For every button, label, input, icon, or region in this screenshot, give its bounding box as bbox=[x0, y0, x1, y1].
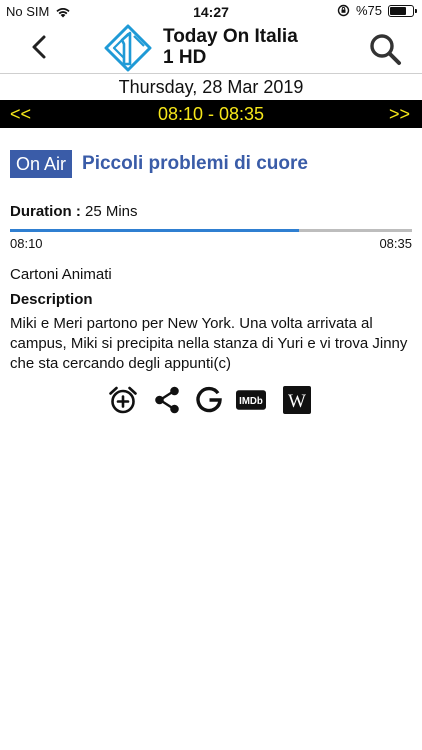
duration-row: Duration : 25 Mins bbox=[10, 203, 138, 220]
action-icons: IMDb W bbox=[108, 385, 314, 415]
previous-slot-button[interactable]: << bbox=[10, 100, 31, 128]
wikipedia-icon[interactable]: W bbox=[282, 385, 312, 415]
duration-label: Duration : bbox=[10, 203, 81, 220]
status-right: %75 bbox=[337, 3, 417, 18]
program-title: Piccoli problemi di cuore bbox=[82, 153, 308, 174]
next-slot-button[interactable]: >> bbox=[389, 100, 410, 128]
imdb-text: IMDb bbox=[239, 396, 263, 407]
battery-level bbox=[390, 6, 406, 15]
program-end-time: 08:35 bbox=[379, 236, 412, 251]
battery-percent: %75 bbox=[355, 3, 382, 18]
imdb-icon[interactable]: IMDb bbox=[236, 385, 266, 415]
program-header: On Air Piccoli problemi di cuore bbox=[10, 150, 308, 178]
channel-title-line1: Today On Italia bbox=[163, 26, 298, 47]
orientation-lock-icon bbox=[337, 4, 350, 17]
chevron-left-icon[interactable] bbox=[28, 34, 50, 60]
program-progress-fill bbox=[10, 229, 300, 232]
program-start-time: 08:10 bbox=[10, 236, 43, 251]
battery-tip bbox=[415, 8, 417, 13]
alarm-add-icon[interactable] bbox=[108, 385, 138, 415]
duration-value: 25 Mins bbox=[85, 203, 138, 220]
search-icon[interactable] bbox=[368, 32, 402, 66]
nav-header: Today On Italia 1 HD bbox=[0, 22, 422, 72]
time-slot-bar: << 08:10 - 08:35 >> bbox=[0, 100, 422, 128]
program-genre: Cartoni Animati bbox=[10, 266, 112, 283]
channel-title-line2: 1 HD bbox=[163, 47, 207, 68]
on-air-badge: On Air bbox=[10, 150, 73, 178]
description-label: Description bbox=[10, 291, 93, 308]
battery-icon bbox=[388, 4, 417, 17]
share-icon[interactable] bbox=[152, 385, 182, 415]
italia1-logo-icon bbox=[104, 24, 152, 72]
google-icon[interactable] bbox=[194, 385, 224, 415]
status-bar: No SIM 14:27 %75 bbox=[0, 0, 422, 22]
program-progress-bar bbox=[10, 229, 412, 232]
schedule-date: Thursday, 28 Mar 2019 bbox=[0, 73, 422, 99]
channel-title: Today On Italia 1 HD bbox=[163, 26, 298, 68]
program-description: Miki e Meri partono per New York. Una vo… bbox=[10, 315, 408, 372]
wikipedia-text: W bbox=[288, 391, 306, 412]
time-slot-label: 08:10 - 08:35 bbox=[157, 104, 265, 124]
